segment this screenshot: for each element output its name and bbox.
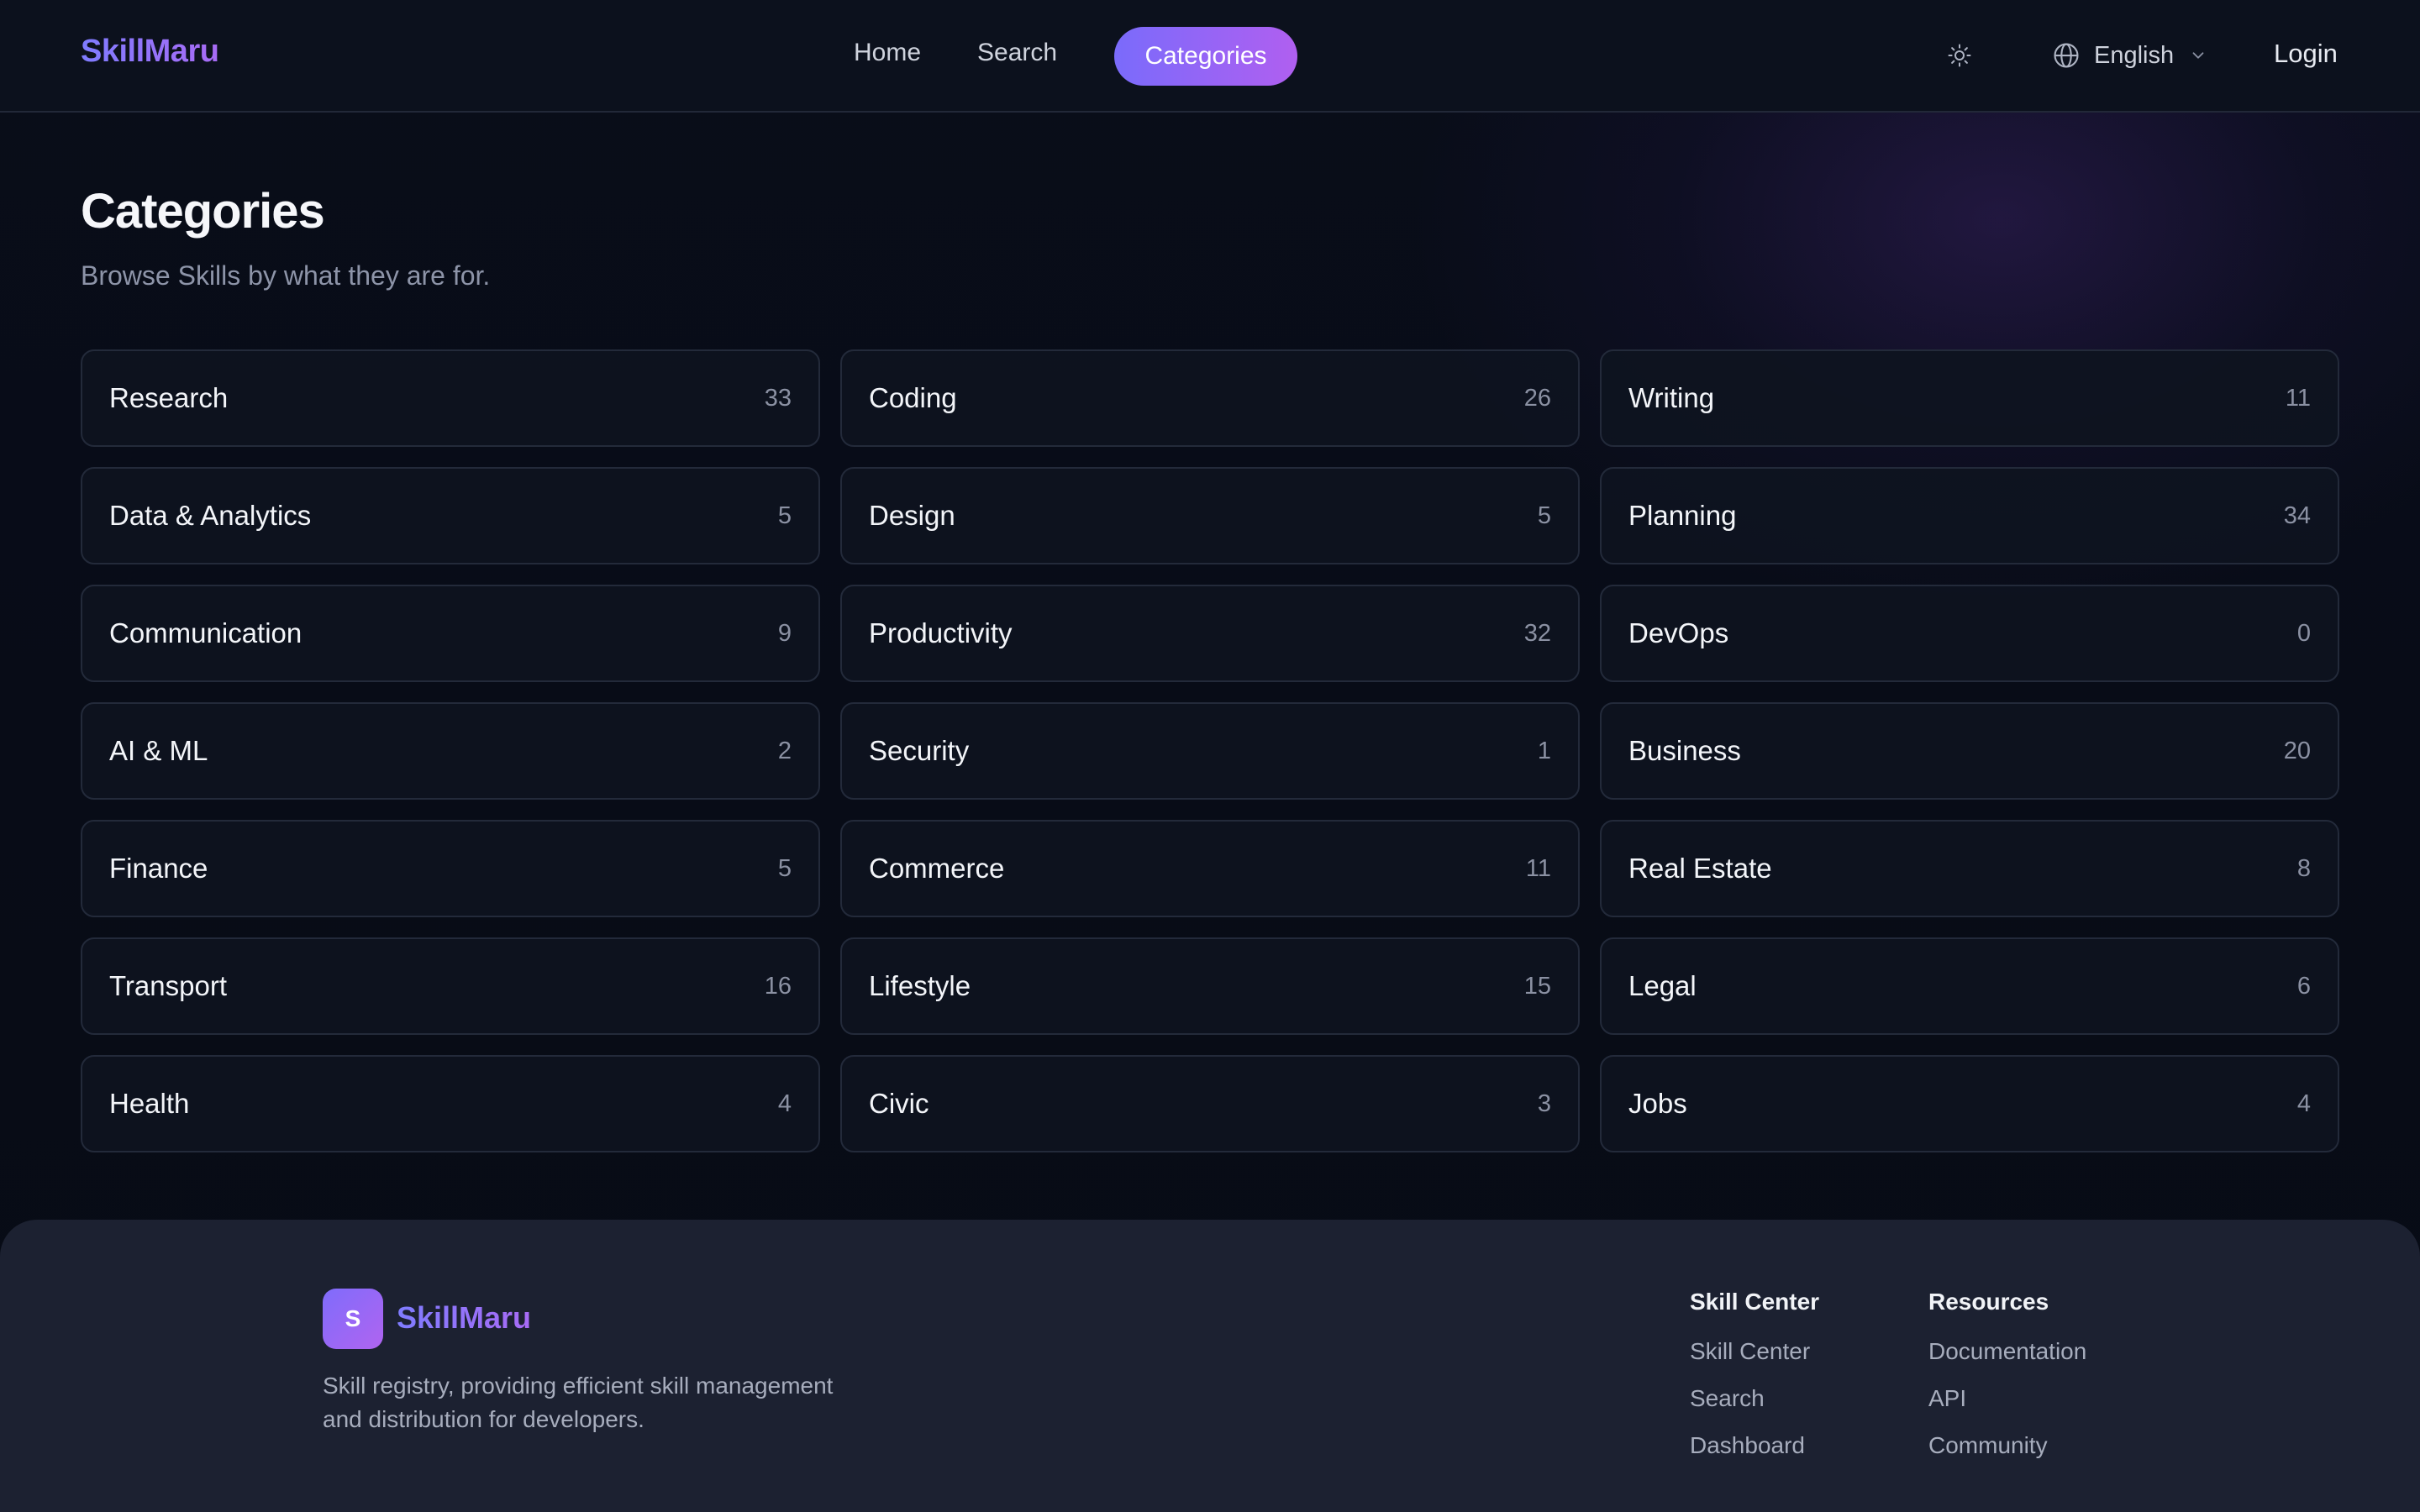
brand-logo-link[interactable]: SkillMaru — [81, 34, 219, 70]
footer-link-dashboard[interactable]: Dashboard — [1690, 1431, 1819, 1460]
footer-link-api[interactable]: API — [1928, 1384, 2086, 1413]
category-name: Business — [1628, 735, 1741, 766]
footer-column-skill-center: Skill Center Skill Center Search Dashboa… — [1690, 1289, 1819, 1478]
category-card-data-analytics[interactable]: Data & Analytics 5 — [81, 467, 820, 564]
category-card-ai-ml[interactable]: AI & ML 2 — [81, 702, 820, 800]
category-grid: Research 33 Coding 26 Writing 11 Data & Ana… — [81, 349, 2339, 1152]
footer-column-resources: Resources Documentation API Community — [1928, 1289, 2086, 1478]
category-name: Jobs — [1628, 1088, 1687, 1119]
category-card-commerce[interactable]: Commerce 11 — [840, 820, 1580, 917]
category-card-writing[interactable]: Writing 11 — [1600, 349, 2339, 447]
category-count: 5 — [1537, 501, 1551, 529]
category-count: 32 — [1523, 619, 1551, 647]
category-card-communication[interactable]: Communication 9 — [81, 585, 820, 682]
footer-link-documentation[interactable]: Documentation — [1928, 1337, 2086, 1366]
category-card-design[interactable]: Design 5 — [840, 467, 1580, 564]
category-card-legal[interactable]: Legal 6 — [1600, 937, 2339, 1035]
category-name: Civic — [869, 1088, 929, 1119]
category-count: 33 — [764, 384, 792, 412]
footer-column-heading: Skill Center — [1690, 1289, 1820, 1315]
category-name: Writing — [1628, 382, 1715, 413]
category-count: 11 — [2285, 384, 2311, 412]
category-name: Transport — [109, 970, 227, 1001]
globe-icon — [2052, 41, 2081, 70]
category-name: Finance — [109, 853, 208, 884]
footer-brand-link[interactable]: SkillMaru — [397, 1300, 531, 1336]
category-count: 4 — [2296, 1089, 2311, 1117]
footer-logo-icon: S — [323, 1289, 383, 1349]
page: SkillMaru Home Search Categories English… — [0, 0, 2420, 1512]
category-card-security[interactable]: Security 1 — [840, 702, 1580, 800]
language-label: English — [2094, 41, 2175, 69]
category-card-lifestyle[interactable]: Lifestyle 15 — [840, 937, 1580, 1035]
category-name: Legal — [1628, 970, 1697, 1001]
footer-column-heading: Resources — [1928, 1289, 2049, 1315]
footer-link-skill-center[interactable]: Skill Center — [1690, 1337, 1819, 1366]
category-card-devops[interactable]: DevOps 0 — [1600, 585, 2339, 682]
category-count: 8 — [2296, 854, 2311, 882]
category-card-health[interactable]: Health 4 — [81, 1055, 820, 1152]
category-count: 2 — [777, 737, 792, 764]
category-card-coding[interactable]: Coding 26 — [840, 349, 1580, 447]
category-count: 34 — [2283, 501, 2311, 529]
category-name: Lifestyle — [869, 970, 971, 1001]
category-count: 15 — [1523, 972, 1551, 1000]
category-name: Health — [109, 1088, 190, 1119]
footer-link-community[interactable]: Community — [1928, 1431, 2086, 1460]
chevron-down-icon — [2189, 46, 2207, 65]
category-count: 26 — [1523, 384, 1551, 412]
category-count: 16 — [764, 972, 792, 1000]
nav-search-link[interactable]: Search — [977, 39, 1057, 67]
category-count: 1 — [1537, 737, 1551, 764]
category-card-jobs[interactable]: Jobs 4 — [1600, 1055, 2339, 1152]
sun-icon — [1948, 44, 1971, 67]
category-name: AI & ML — [109, 735, 208, 766]
nav-categories-link[interactable]: Categories — [1114, 27, 1297, 86]
category-card-real-estate[interactable]: Real Estate 8 — [1600, 820, 2339, 917]
category-name: Communication — [109, 617, 302, 648]
category-card-civic[interactable]: Civic 3 — [840, 1055, 1580, 1152]
category-count: 4 — [777, 1089, 792, 1117]
top-navbar: SkillMaru Home Search Categories English… — [0, 0, 2420, 113]
category-card-finance[interactable]: Finance 5 — [81, 820, 820, 917]
category-name: Coding — [869, 382, 957, 413]
category-count: 20 — [2283, 737, 2311, 764]
category-count: 6 — [2296, 972, 2311, 1000]
category-name: Commerce — [869, 853, 1005, 884]
category-count: 9 — [777, 619, 792, 647]
category-count: 5 — [777, 501, 792, 529]
footer-description: Skill registry, providing efficient skil… — [323, 1373, 834, 1432]
language-selector[interactable]: English — [2052, 39, 2207, 72]
category-card-research[interactable]: Research 33 — [81, 349, 820, 447]
category-name: DevOps — [1628, 617, 1729, 648]
category-name: Data & Analytics — [109, 500, 312, 531]
nav-home-link[interactable]: Home — [854, 39, 921, 67]
footer-link-search[interactable]: Search — [1690, 1384, 1819, 1413]
page-subtitle: Browse Skills by what they are for. — [81, 260, 491, 291]
page-title: Categories — [81, 184, 325, 239]
category-card-planning[interactable]: Planning 34 — [1600, 467, 2339, 564]
site-footer: S SkillMaru Skill registry, providing ef… — [0, 1220, 2420, 1512]
category-card-business[interactable]: Business 20 — [1600, 702, 2339, 800]
category-name: Planning — [1628, 500, 1737, 531]
category-card-transport[interactable]: Transport 16 — [81, 937, 820, 1035]
login-link[interactable]: Login — [2274, 39, 2338, 69]
category-name: Research — [109, 382, 229, 413]
category-count: 11 — [1525, 854, 1551, 882]
category-name: Real Estate — [1628, 853, 1772, 884]
category-count: 5 — [777, 854, 792, 882]
theme-toggle-button[interactable] — [1944, 40, 1975, 71]
category-name: Design — [869, 500, 955, 531]
category-name: Security — [869, 735, 970, 766]
category-card-productivity[interactable]: Productivity 32 — [840, 585, 1580, 682]
category-count: 0 — [2296, 619, 2311, 647]
category-name: Productivity — [869, 617, 1013, 648]
category-count: 3 — [1537, 1089, 1551, 1117]
